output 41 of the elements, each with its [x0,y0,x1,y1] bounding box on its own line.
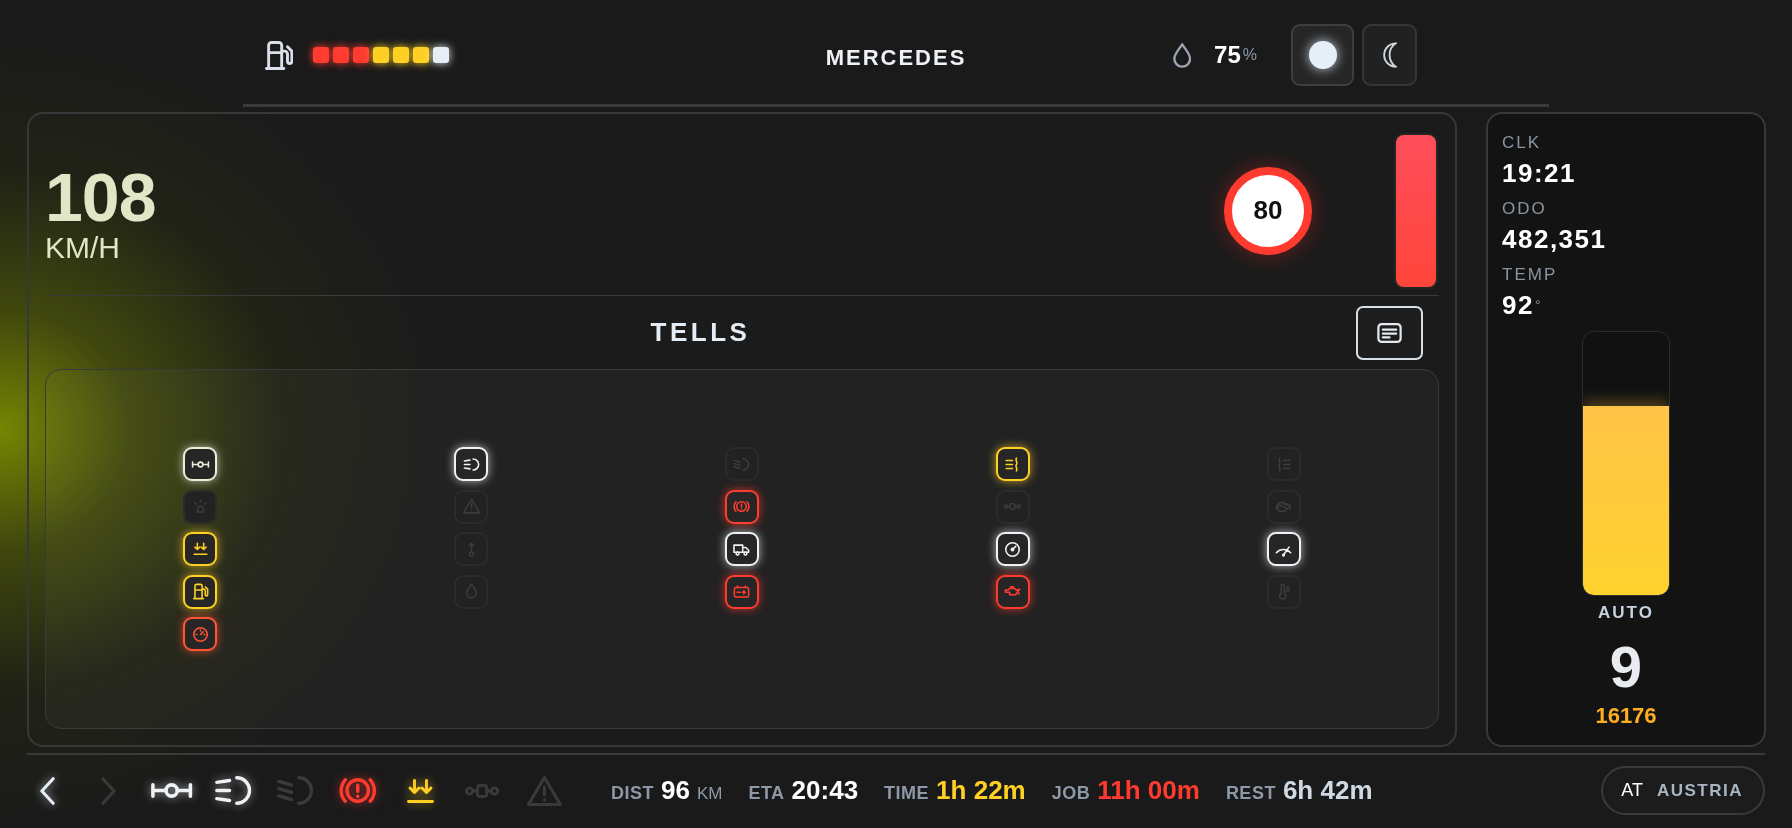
gear-mode-label: AUTO [1598,602,1654,624]
tells-menu-button[interactable] [1356,305,1423,360]
stat-label: DIST [611,783,654,804]
stat-label: ETA [748,783,785,804]
stat-label: REST [1225,783,1276,804]
info-label: TEMP [1502,264,1558,286]
sun-icon [1308,41,1337,69]
stat-value: 20:43 [791,775,859,806]
info-label: ODO [1502,198,1547,220]
tells-title: TELLS [650,317,751,348]
speed-unit: KM/H [45,232,120,263]
stat-value: 1h 22m [936,775,1026,806]
degree-unit: ° [1534,297,1541,313]
text-card-icon [1377,322,1402,343]
stat-unit: KM [696,784,723,804]
speed-limit-sign: 80 [1224,166,1312,255]
stat-value: 11h 00m [1097,775,1200,806]
country-code: AT [1621,780,1643,801]
stat-value: 96 [661,775,690,806]
chevron-right-icon [101,776,116,805]
speed-value: 108 [45,162,156,231]
info-value: 482,351 [1502,223,1607,256]
fuel-pump-icon [265,40,294,70]
stat-label: JOB [1051,783,1091,804]
humidity-value: 75 [1214,41,1241,69]
dark-mode-button[interactable] [1362,24,1417,86]
back-button[interactable] [40,776,55,805]
moon-icon [1382,42,1397,68]
info-value: 92 [1502,289,1534,322]
stat-label: TIME [884,783,930,804]
country-name: AUSTRIA [1656,780,1743,801]
light-mode-button[interactable] [1291,24,1354,86]
percent-unit: % [1242,46,1257,64]
gear-reading: 16176 [1595,703,1657,729]
info-value: 19:21 [1502,157,1576,190]
drop-icon [1172,42,1192,68]
stat-value: 6h 42m [1282,775,1373,806]
gear-number: 9 [1609,638,1643,696]
chevron-left-icon [40,776,55,805]
info-label: CLK [1502,132,1542,154]
brand-title: MERCEDES [825,45,967,70]
